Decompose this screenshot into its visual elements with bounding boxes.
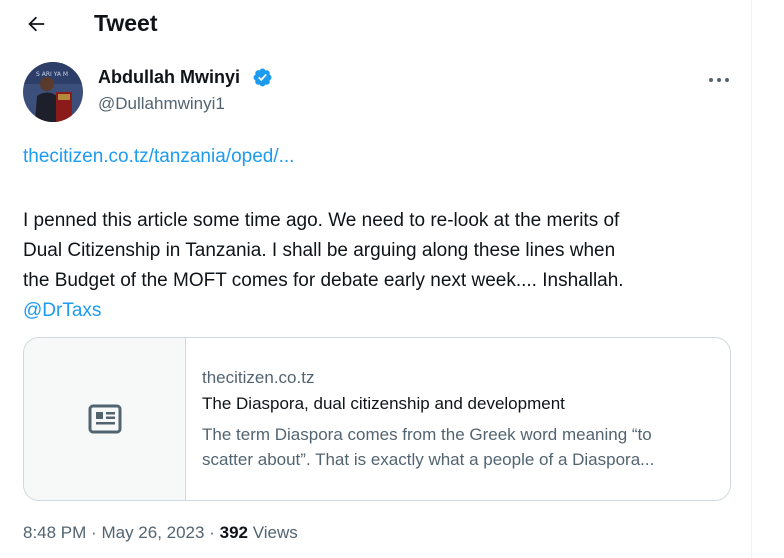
tweet-meta: 8:48 PM · May 26, 2023 · 392 Views [23, 523, 298, 543]
column-border [751, 0, 752, 558]
avatar[interactable]: S ARI YA M [23, 62, 83, 122]
card-body: thecitizen.co.tz The Diaspora, dual citi… [202, 368, 722, 472]
tweet-link[interactable]: thecitizen.co.tz/tanzania/oped/... [23, 146, 294, 168]
author-handle[interactable]: @Dullahmwinyi1 [98, 94, 225, 114]
verified-badge-icon [253, 68, 272, 87]
page-title: Tweet [94, 10, 158, 36]
card-title: The Diaspora, dual citizenship and devel… [202, 394, 565, 413]
card-description: The term Diaspora comes from the Greek w… [202, 422, 722, 472]
tweet-text-line: Dual Citizenship in Tanzania. I shall be… [23, 240, 616, 261]
tweet-text-line: the Budget of the MOFT comes for debate … [23, 270, 624, 291]
card-thumbnail [24, 338, 186, 500]
author-name[interactable]: Abdullah Mwinyi [98, 67, 240, 88]
tweet-date[interactable]: May 26, 2023 [101, 523, 204, 542]
views-count: 392 [219, 523, 248, 542]
more-dots-icon [709, 78, 729, 82]
tweet-page: Tweet S ARI YA M Abdullah Mwinyi @Dullah… [0, 0, 784, 558]
card-description-line: scatter about”. That is exactly what a p… [202, 450, 655, 469]
tweet-text-line: I penned this article some time ago. We … [23, 210, 620, 231]
tweet-text: I penned this article some time ago. We … [23, 206, 733, 326]
meta-separator: · [209, 523, 215, 542]
link-preview-card[interactable]: thecitizen.co.tz The Diaspora, dual citi… [23, 337, 731, 501]
views-label: Views [252, 523, 298, 542]
back-button[interactable] [22, 10, 50, 38]
card-description-line: The term Diaspora comes from the Greek w… [202, 425, 652, 444]
avatar-caption: S ARI YA M [36, 71, 68, 78]
header: Tweet [0, 0, 751, 50]
meta-separator: · [91, 523, 97, 542]
mention-link[interactable]: @DrTaxs [23, 296, 733, 326]
card-domain: thecitizen.co.tz [202, 368, 315, 387]
news-article-icon [88, 404, 121, 434]
tweet-time[interactable]: 8:48 PM [23, 523, 86, 542]
arrow-left-icon [28, 16, 45, 32]
more-options-button[interactable] [706, 70, 732, 90]
